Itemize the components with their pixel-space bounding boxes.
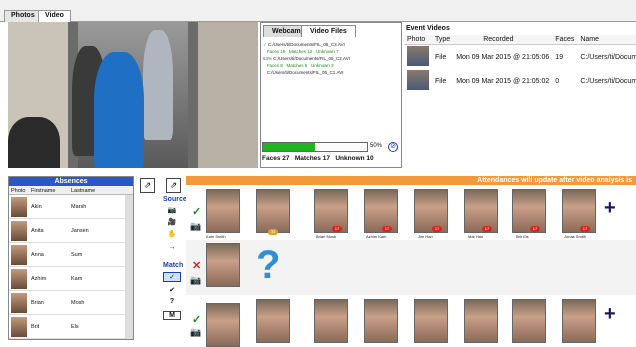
unmatched-x-icon: ✕ <box>192 260 202 272</box>
match-score-badge: 17 <box>382 226 392 232</box>
matched-face[interactable] <box>364 299 398 343</box>
table-row[interactable]: File Mon 09 Mar 2015 @ 21:05:02 0 C:/Use… <box>404 69 636 93</box>
match-score-badge: 33 <box>268 229 278 235</box>
matched-face[interactable] <box>314 299 348 343</box>
hand-icon[interactable]: ✋ <box>163 230 181 238</box>
absences-header: Photo Firstname Lastname <box>9 186 133 195</box>
absence-row[interactable]: Brit Els <box>9 315 133 339</box>
camera-source-icon: 📷 <box>190 275 202 285</box>
camera-icon[interactable]: 📷 <box>163 206 181 214</box>
matched-face[interactable] <box>464 299 498 343</box>
matched-check-icon: ✓ <box>192 314 202 326</box>
matched-face[interactable] <box>464 189 498 233</box>
table-row[interactable]: File Mon 09 Mar 2015 @ 21:05:06 19 C:/Us… <box>404 45 636 70</box>
absence-row[interactable]: Azhim Kam <box>9 267 133 291</box>
camera-source-icon: 📷 <box>190 221 202 231</box>
person-figure <box>94 52 144 168</box>
export-attendances-icon[interactable]: ⇗ <box>166 178 181 193</box>
matched-face[interactable] <box>562 189 596 233</box>
unknown-person-icon[interactable]: ? <box>256 243 280 288</box>
add-person-icon[interactable]: + <box>604 197 616 220</box>
attendance-grid: ✓ 📷 Kam Smith 33 17 Brian Mosh 17 Azhim … <box>186 185 636 347</box>
main-tabbar: Photos Video <box>0 0 636 22</box>
person-figure <box>143 30 173 140</box>
matched-face[interactable] <box>256 299 290 343</box>
matched-face[interactable] <box>314 189 348 233</box>
arrow-right-icon[interactable]: → <box>163 244 181 251</box>
avatar <box>11 221 27 241</box>
absence-row[interactable]: Brian Mosh <box>9 291 133 315</box>
absences-title: Absences <box>9 177 133 186</box>
event-videos-title: Event Videos <box>406 25 450 32</box>
camera-source-icon: 📷 <box>190 327 202 337</box>
absence-row[interactable]: Anita Jansen <box>9 219 133 243</box>
export-absences-icon[interactable]: ⇗ <box>140 178 155 193</box>
attendance-banner: Attendances will update after video anal… <box>186 176 636 185</box>
video-thumbnail <box>407 46 429 66</box>
match-score-badge: 17 <box>530 226 540 232</box>
person-figure <box>8 117 60 168</box>
avatar <box>11 317 27 337</box>
file-log: ✓ C:/Users/ti/Documents/FIL_05_C3.AVI Fa… <box>263 42 350 75</box>
avatar <box>11 293 27 313</box>
matched-check-icon: ✓ <box>192 206 202 218</box>
cancel-icon[interactable]: ⊘ <box>388 142 398 152</box>
tab-photos[interactable]: Photos <box>4 10 42 22</box>
analysis-progress-bar <box>262 142 368 152</box>
captured-face[interactable] <box>206 189 240 233</box>
event-videos-panel: Event Videos Photo Type Recorded Faces N… <box>404 22 636 168</box>
match-auto-icon[interactable]: ✓ <box>163 272 181 282</box>
manual-match-button[interactable]: M <box>163 311 181 320</box>
match-label: Match <box>163 262 184 269</box>
captured-face[interactable] <box>206 303 240 347</box>
add-person-icon[interactable]: + <box>604 303 616 326</box>
avatar <box>11 245 27 265</box>
matched-face[interactable] <box>414 299 448 343</box>
match-unknown-button[interactable]: ? <box>163 298 181 305</box>
match-score-badge: 17 <box>580 226 590 232</box>
progress-percent: 50% <box>370 143 383 149</box>
absences-panel: Absences Photo Firstname Lastname Akin Ma… <box>8 176 134 340</box>
matched-face[interactable] <box>512 299 546 343</box>
matched-face[interactable] <box>256 189 290 233</box>
tab-video-files[interactable]: Video Files <box>301 25 356 37</box>
avatar <box>11 197 27 217</box>
check-icon[interactable]: ✔ <box>163 286 181 294</box>
absence-row[interactable]: Akin Marsh <box>9 195 133 219</box>
matched-face[interactable] <box>414 189 448 233</box>
video-preview <box>8 22 258 168</box>
match-score-badge: 17 <box>332 226 342 232</box>
absences-scrollbar[interactable] <box>125 195 133 339</box>
matched-face[interactable] <box>562 299 596 343</box>
match-score-badge: 17 <box>482 226 492 232</box>
avatar <box>11 269 27 289</box>
file-percent: 53% <box>263 56 273 61</box>
event-videos-table: Photo Type Recorded Faces Name File Mon … <box>404 35 636 93</box>
file-path: C:/Users/ti/Documents/FIL_05_C3.AVI <box>268 42 345 47</box>
match-score-badge: 17 <box>432 226 442 232</box>
matched-face[interactable] <box>512 189 546 233</box>
source-label: Source <box>163 196 187 203</box>
video-thumbnail <box>407 70 429 90</box>
summary-stats: Faces 27 Matches 17 Unknown 10 <box>262 155 374 162</box>
captured-face[interactable] <box>206 243 240 287</box>
tab-video[interactable]: Video <box>38 10 71 22</box>
video-camera-icon[interactable]: 🎥 <box>163 218 181 226</box>
matched-face[interactable] <box>364 189 398 233</box>
absence-row[interactable]: Anna Sum <box>9 243 133 267</box>
